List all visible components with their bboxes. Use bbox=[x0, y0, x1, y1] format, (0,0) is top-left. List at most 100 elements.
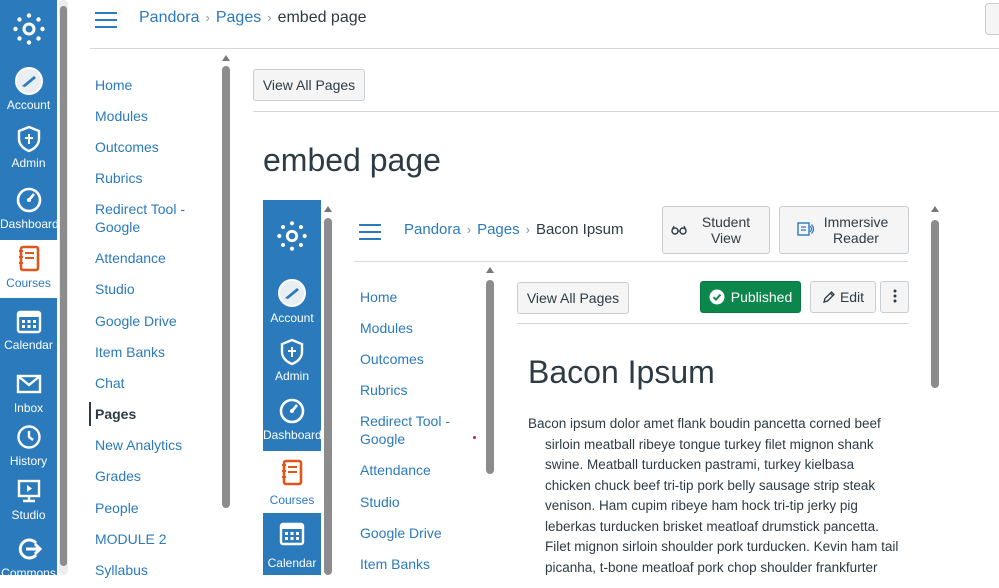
course-nav-people[interactable]: People bbox=[95, 499, 139, 517]
view-all-pages-button[interactable]: View All Pages bbox=[253, 69, 365, 101]
embed-course-nav-google-drive[interactable]: Google Drive bbox=[360, 524, 442, 542]
embed-nav-admin-label: Admin bbox=[274, 369, 309, 383]
global-nav-courses[interactable]: Courses bbox=[0, 240, 57, 298]
header-right-button[interactable] bbox=[985, 3, 999, 35]
canvas-logo-icon[interactable] bbox=[0, 0, 57, 57]
global-nav-history-label: History bbox=[9, 454, 48, 468]
global-nav-history[interactable]: History bbox=[0, 418, 57, 476]
global-nav-account-label: Account bbox=[6, 98, 51, 112]
course-nav-item-banks[interactable]: Item Banks bbox=[95, 343, 165, 361]
edit-label: Edit bbox=[839, 289, 865, 305]
embed-nav-account-label: Account bbox=[270, 311, 314, 325]
global-nav-admin-label: Admin bbox=[11, 156, 46, 170]
course-nav-home[interactable]: Home bbox=[95, 76, 132, 94]
course-nav-pages[interactable]: Pages bbox=[89, 402, 136, 426]
scroll-up-arrow-icon[interactable] bbox=[222, 55, 230, 61]
course-nav-google-drive[interactable]: Google Drive bbox=[95, 312, 177, 330]
global-nav-admin[interactable]: Admin bbox=[0, 120, 57, 178]
embed-canvas-logo-icon[interactable] bbox=[263, 200, 321, 272]
dashboard-gauge-icon bbox=[14, 185, 44, 215]
global-nav-commons[interactable]: Commons bbox=[0, 530, 57, 588]
embed-nav-courses[interactable]: Courses bbox=[263, 451, 321, 513]
embedded-frame: Account Admin Dashboard Courses Calendar… bbox=[263, 200, 943, 575]
embed-course-nav-outcomes[interactable]: Outcomes bbox=[360, 350, 424, 368]
embed-course-nav-studio[interactable]: Studio bbox=[360, 493, 400, 511]
published-button[interactable]: Published bbox=[700, 281, 801, 313]
global-nav-calendar[interactable]: Calendar bbox=[0, 302, 57, 360]
body-line: Bacon ipsum dolor amet flank boudin panc… bbox=[528, 416, 881, 431]
course-nav-attendance[interactable]: Attendance bbox=[95, 249, 166, 267]
published-label: Published bbox=[730, 289, 793, 305]
course-nav-redirect-tool[interactable]: Redirect Tool - Google bbox=[95, 200, 195, 236]
calendar-icon bbox=[14, 306, 44, 336]
breadcrumb-separator-icon: › bbox=[466, 222, 472, 237]
embed-view-all-pages-button[interactable]: View All Pages bbox=[517, 282, 629, 314]
course-nav-module-2[interactable]: MODULE 2 bbox=[95, 530, 167, 548]
body-line: venison. Ham cupim ribeye ham hock tri-t… bbox=[545, 498, 858, 513]
course-nav-grades[interactable]: Grades bbox=[95, 467, 141, 485]
scroll-up-arrow-icon[interactable] bbox=[931, 206, 939, 212]
breadcrumb-section[interactable]: Pages bbox=[216, 9, 261, 26]
embed-course-nav-rubrics[interactable]: Rubrics bbox=[360, 381, 407, 399]
embed-page-body: Bacon ipsum dolor amet flank boudin panc… bbox=[528, 414, 908, 575]
student-view-button[interactable]: Student View bbox=[662, 206, 770, 254]
embed-nav-account[interactable]: Account bbox=[263, 278, 321, 325]
body-line: picanha, t-bone meatloaf pork chop shoul… bbox=[545, 559, 878, 575]
embed-course-nav-redirect-tool[interactable]: Redirect Tool - Google bbox=[360, 412, 460, 448]
embed-nav-calendar[interactable]: Calendar bbox=[263, 520, 321, 570]
embed-breadcrumb-current: Bacon Ipsum bbox=[535, 221, 624, 238]
account-icon bbox=[277, 278, 307, 308]
embed-nav-dashboard[interactable]: Dashboard bbox=[263, 397, 322, 442]
global-nav: Account Admin Dashboard Courses Calendar… bbox=[0, 0, 59, 580]
embed-nav-admin[interactable]: Admin bbox=[263, 338, 321, 383]
body-line: leberkas turducken brisket meatloaf drum… bbox=[545, 518, 879, 534]
course-nav-rubrics[interactable]: Rubrics bbox=[95, 169, 142, 187]
embed-breadcrumb-course[interactable]: Pandora bbox=[404, 221, 461, 238]
embed-global-nav-scrollbar-thumb[interactable] bbox=[324, 218, 332, 575]
scroll-up-arrow-icon[interactable] bbox=[486, 267, 494, 273]
global-nav-inbox[interactable]: Inbox bbox=[0, 365, 57, 423]
calendar-icon bbox=[279, 520, 305, 546]
dashboard-gauge-icon bbox=[278, 397, 306, 425]
breadcrumb: Pandora › Pages › embed page bbox=[139, 9, 367, 27]
body-line: swine. Meatball turducken pastrami, turk… bbox=[545, 457, 855, 472]
global-nav-dashboard-label: Dashboard bbox=[0, 217, 59, 231]
course-nav-studio[interactable]: Studio bbox=[95, 280, 135, 298]
breadcrumb-separator-icon: › bbox=[205, 10, 210, 25]
embed-course-nav-home[interactable]: Home bbox=[360, 288, 397, 306]
global-nav-account[interactable]: Account bbox=[0, 62, 57, 120]
glasses-icon bbox=[671, 222, 687, 238]
more-options-button[interactable] bbox=[880, 281, 909, 313]
immersive-reader-label: Immersive Reader bbox=[823, 214, 889, 246]
global-nav-inbox-label: Inbox bbox=[13, 401, 44, 415]
embed-hamburger-menu-icon[interactable] bbox=[359, 224, 381, 245]
embed-course-nav-attendance[interactable]: Attendance bbox=[360, 461, 431, 479]
embed-page-scrollbar-thumb[interactable] bbox=[931, 220, 939, 388]
course-nav-syllabus[interactable]: Syllabus bbox=[95, 561, 148, 579]
course-nav-chat[interactable]: Chat bbox=[95, 374, 125, 392]
immersive-reader-icon bbox=[797, 221, 815, 240]
course-nav-scrollbar-thumb[interactable] bbox=[222, 66, 230, 508]
embed-page-title: Bacon Ipsum bbox=[528, 354, 715, 390]
embed-breadcrumb-section[interactable]: Pages bbox=[477, 221, 520, 238]
global-nav-studio-label: Studio bbox=[11, 508, 46, 522]
hamburger-menu-icon[interactable] bbox=[95, 12, 117, 33]
embed-course-nav-item-banks[interactable]: Item Banks bbox=[360, 555, 430, 573]
edit-button[interactable]: Edit bbox=[810, 281, 876, 313]
embed-toolbar-divider bbox=[517, 323, 909, 324]
course-nav-modules[interactable]: Modules bbox=[95, 107, 148, 125]
embed-header-divider bbox=[354, 261, 908, 262]
breadcrumb-course[interactable]: Pandora bbox=[139, 9, 200, 26]
global-nav-scrollbar-thumb[interactable] bbox=[60, 6, 67, 566]
breadcrumb-separator-icon: › bbox=[267, 10, 272, 25]
scroll-up-arrow-icon[interactable] bbox=[324, 206, 332, 212]
course-nav-outcomes[interactable]: Outcomes bbox=[95, 138, 159, 156]
immersive-reader-button[interactable]: Immersive Reader bbox=[779, 206, 909, 254]
global-nav-studio[interactable]: Studio bbox=[0, 472, 57, 530]
body-line: sirloin meatball ribeye tongue turkey fi… bbox=[545, 436, 874, 452]
embed-nav-dashboard-label: Dashboard bbox=[263, 428, 322, 442]
course-nav-new-analytics[interactable]: New Analytics bbox=[95, 436, 182, 454]
global-nav-dashboard[interactable]: Dashboard bbox=[0, 181, 59, 239]
embed-course-nav-scrollbar-thumb[interactable] bbox=[486, 280, 494, 474]
embed-course-nav-modules[interactable]: Modules bbox=[360, 319, 413, 337]
